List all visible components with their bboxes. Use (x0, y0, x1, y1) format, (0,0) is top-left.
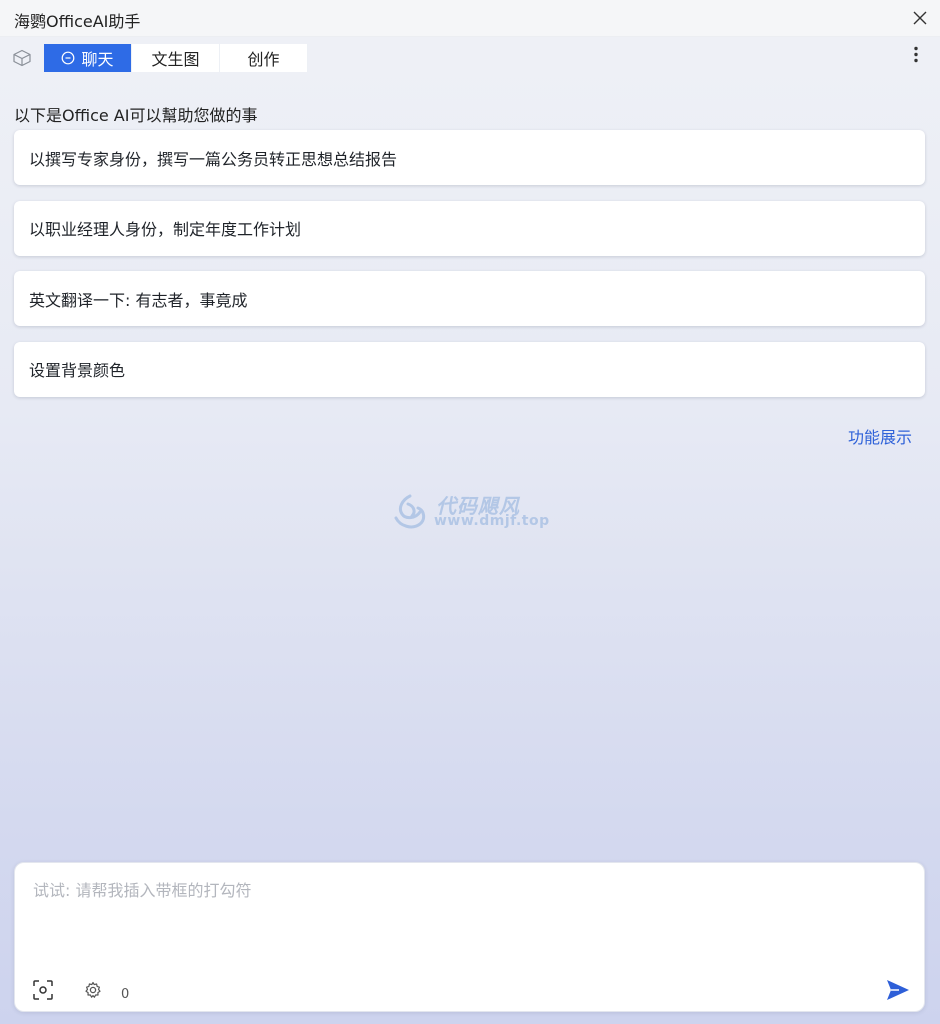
watermark: 代码飓风 www.dmjf.top (390, 492, 560, 534)
watermark-logo-icon (394, 494, 426, 529)
toolbar: 聊天 文生图 创作 (0, 40, 940, 74)
tab-create-label: 创作 (247, 50, 280, 69)
cube-icon[interactable] (12, 49, 32, 67)
tab-chat[interactable]: 聊天 (44, 44, 132, 72)
chat-bubble-icon (62, 51, 75, 65)
suggestion-card[interactable]: 以撰写专家身份，撰写一篇公务员转正思想总结报告 (14, 130, 925, 185)
chat-input[interactable] (33, 877, 903, 967)
screenshot-icon (33, 980, 53, 1000)
close-button[interactable] (910, 8, 930, 28)
close-icon (913, 11, 927, 25)
tab-text-to-image[interactable]: 文生图 (132, 44, 220, 72)
suggestion-card[interactable]: 以职业经理人身份，制定年度工作计划 (14, 200, 925, 256)
intro-text: 以下是Office AI可以幫助您做的事 (14, 106, 258, 125)
gear-icon (85, 981, 101, 998)
window-title: 海鹦OfficeAI助手 (14, 12, 141, 31)
title-bar: 海鹦OfficeAI助手 (0, 0, 940, 37)
tab-create[interactable]: 创作 (220, 44, 308, 72)
more-button[interactable] (906, 44, 926, 68)
tab-chat-label: 聊天 (81, 50, 114, 69)
suggestion-card[interactable]: 设置背景颜色 (14, 341, 925, 397)
tab-bar: 聊天 文生图 创作 (44, 44, 308, 72)
settings-button[interactable] (83, 980, 103, 1000)
char-count: 0 (121, 987, 130, 1002)
more-vertical-icon (914, 46, 918, 63)
suggestion-list: 以撰写专家身份，撰写一篇公务员转正思想总结报告 以职业经理人身份，制定年度工作计… (14, 130, 925, 412)
suggestion-card[interactable]: 英文翻译一下: 有志者，事竟成 (14, 271, 925, 326)
screenshot-button[interactable] (31, 978, 55, 1002)
watermark-url: www.dmjf.top (434, 513, 550, 529)
feature-demo-link[interactable]: 功能展示 (848, 424, 912, 448)
send-button[interactable] (885, 977, 911, 1003)
chat-input-box: 0 (14, 862, 925, 1012)
send-icon (887, 980, 909, 1000)
tab-text-to-image-label: 文生图 (151, 50, 200, 69)
